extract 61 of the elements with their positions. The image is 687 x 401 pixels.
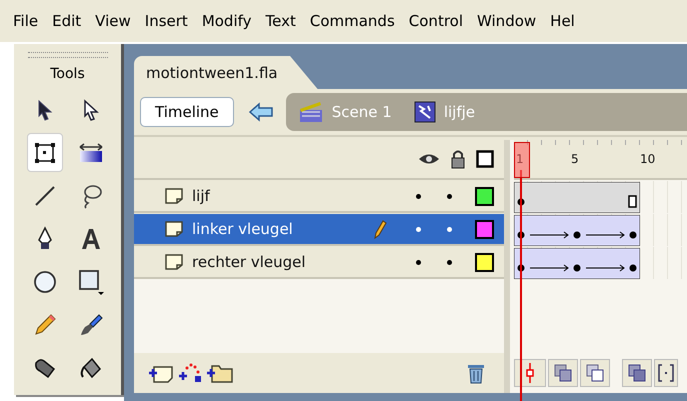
menu-item[interactable]: Commands — [302, 12, 402, 30]
layer-icon — [164, 220, 184, 238]
menu-item[interactable]: Edit — [45, 12, 88, 30]
text-icon — [80, 226, 102, 250]
pencil-icon — [373, 219, 387, 239]
onion-outline-icon[interactable] — [580, 359, 610, 387]
lock-dot[interactable] — [447, 226, 452, 232]
tool-button[interactable] — [26, 133, 62, 172]
center-frame-icon[interactable] — [514, 359, 546, 387]
edit-multiple-frames-icon[interactable] — [622, 359, 652, 387]
line-icon — [32, 184, 56, 208]
symbol-icon — [414, 101, 436, 123]
layer-row[interactable]: linker vleugel — [134, 214, 504, 246]
transform-icon — [32, 140, 56, 164]
pen-icon — [36, 226, 54, 252]
hollow-arrow-icon — [82, 98, 100, 120]
visibility-dot[interactable] — [416, 226, 421, 232]
visibility-dot[interactable] — [416, 260, 421, 264]
frame-number: 5 — [571, 152, 579, 166]
menu-item[interactable]: Window — [470, 12, 544, 30]
layer-color-swatch[interactable] — [475, 186, 494, 206]
menu-item[interactable]: Modify — [194, 12, 259, 30]
visibility-dot[interactable] — [416, 194, 421, 198]
frame-ruler[interactable]: 1 5 10 — [514, 140, 687, 180]
document-tab[interactable]: motiontween1.fla — [134, 56, 318, 89]
lock-dot[interactable] — [447, 260, 452, 264]
menu-item[interactable]: Hel — [543, 12, 582, 30]
static-frames[interactable] — [514, 182, 640, 213]
lock-dot[interactable] — [447, 194, 452, 198]
lock-icon[interactable] — [450, 149, 466, 169]
playhead[interactable] — [514, 142, 530, 178]
menu-item[interactable]: Insert — [138, 12, 195, 30]
trash-icon[interactable] — [466, 362, 486, 384]
menu-item[interactable]: Text — [258, 12, 303, 30]
timeline-button[interactable]: Timeline — [140, 97, 234, 127]
panel-title: Tools — [50, 66, 85, 82]
arrow-icon — [36, 98, 54, 120]
eye-icon[interactable] — [418, 152, 440, 166]
layer-name: lijf — [192, 187, 211, 205]
layer-name: rechter vleugel — [192, 253, 307, 271]
menu-item[interactable]: Control — [402, 12, 470, 30]
motion-tween-frames[interactable] — [514, 248, 640, 279]
layer-name: linker vleugel — [192, 220, 294, 238]
back-arrow-icon[interactable] — [248, 102, 274, 122]
clapperboard-icon — [298, 100, 324, 124]
layer-icon — [164, 187, 184, 205]
onion-markers-icon[interactable] — [654, 359, 678, 387]
motion-tween-frames[interactable] — [514, 215, 640, 246]
onion-skin-icon[interactable] — [548, 359, 578, 387]
menu-item[interactable]: File — [6, 12, 46, 30]
rectangle-icon — [76, 268, 104, 296]
menu-item[interactable]: View — [88, 12, 138, 30]
layer-color-swatch[interactable] — [475, 252, 494, 272]
frame-number: 10 — [640, 152, 656, 166]
layer-icon — [164, 253, 184, 271]
circle-icon — [32, 268, 58, 294]
frame-number: 1 — [516, 152, 524, 166]
outline-icon[interactable] — [476, 150, 494, 168]
gradient-icon — [78, 142, 104, 164]
add-guide-icon[interactable] — [178, 362, 202, 384]
layer-color-swatch[interactable] — [475, 220, 494, 238]
